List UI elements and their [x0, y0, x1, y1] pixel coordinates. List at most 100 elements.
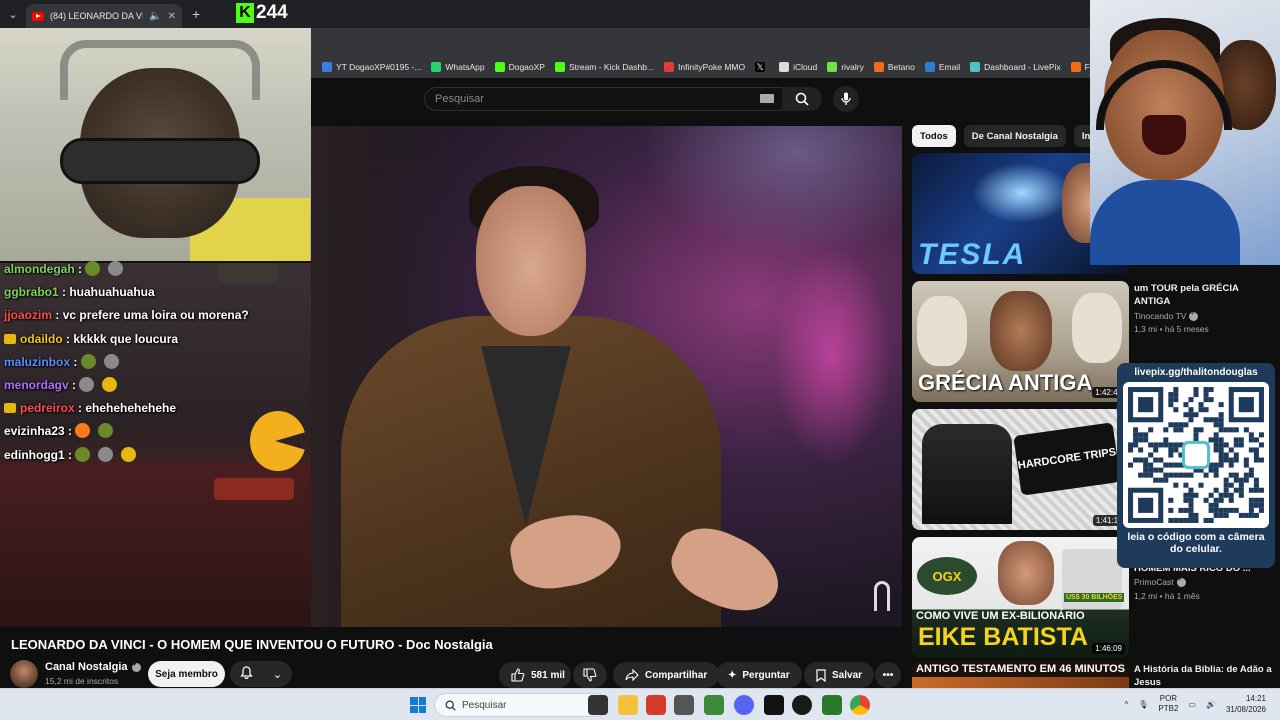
- chat-emote-icon: [80, 353, 96, 369]
- save-button[interactable]: Salvar: [804, 662, 875, 688]
- bookmark-item[interactable]: Betano: [873, 62, 915, 72]
- join-button[interactable]: Seja membro: [148, 661, 225, 687]
- bookmark-item[interactable]: InfinityPoke MMO: [664, 62, 745, 72]
- streamer-overlay-art: [1090, 0, 1280, 265]
- microphone-icon: [841, 92, 851, 105]
- obs-icon[interactable]: [792, 695, 812, 715]
- search-button[interactable]: [782, 87, 822, 111]
- chat-username[interactable]: ggbrabo1: [4, 285, 59, 299]
- chat-username[interactable]: almondegah: [4, 262, 75, 276]
- youtube-icon: [32, 11, 44, 21]
- bookmark-item[interactable]: Finaliza: [1070, 62, 1090, 72]
- ask-button[interactable]: ✦ Perguntar: [716, 662, 802, 688]
- discord-icon[interactable]: [734, 695, 754, 715]
- recommendation-channel[interactable]: PrimoCast: [1134, 575, 1186, 587]
- chat-username[interactable]: edinhogg1: [4, 448, 65, 462]
- bookmark-icon: [816, 668, 826, 682]
- recommendation-channel[interactable]: Tinocando TV: [1134, 309, 1199, 321]
- chat-username[interactable]: maluzinbox: [4, 355, 70, 369]
- bookmark-item[interactable]: DogaoXP: [494, 62, 545, 72]
- channel-watermark-icon: [874, 581, 890, 611]
- windows-start-icon[interactable]: [410, 697, 426, 713]
- x-icon: 𝕏: [755, 62, 766, 72]
- dislike-button[interactable]: [573, 662, 607, 688]
- app-red-icon[interactable]: [646, 695, 666, 715]
- task-view-icon[interactable]: [588, 695, 608, 715]
- bookmark-label: Stream - Kick Dashb...: [568, 62, 655, 72]
- video-player[interactable]: [311, 126, 902, 627]
- channel-avatar[interactable]: [10, 660, 38, 688]
- network-icon[interactable]: ▭: [1188, 700, 1196, 709]
- related-filter-chips: Todos De Canal Nostalgia Inver: [912, 125, 1090, 147]
- thumbnail-text: ANTIGO TESTAMENTO EM 46 MINUTOS: [916, 663, 1126, 675]
- chat-username[interactable]: jjoaozim: [4, 308, 52, 322]
- share-button[interactable]: Compartilhar: [613, 662, 720, 688]
- more-actions-button[interactable]: •••: [875, 662, 901, 688]
- clock[interactable]: 14:21 31/08/2026: [1226, 693, 1266, 715]
- bookmark-item[interactable]: 𝕏: [755, 62, 769, 72]
- search-input[interactable]: Pesquisar: [424, 87, 786, 111]
- chat-username[interactable]: menordagv: [4, 378, 69, 392]
- volume-icon[interactable]: 🔊: [1206, 700, 1216, 709]
- tab-list-button[interactable]: ⌄: [0, 0, 26, 28]
- file-explorer-icon[interactable]: [618, 695, 638, 715]
- bookmark-item[interactable]: Email: [924, 62, 960, 72]
- like-button[interactable]: 581 mil: [499, 662, 571, 688]
- chat-text: vc prefere uma loira ou morena?: [62, 308, 249, 323]
- bookmark-item[interactable]: Dashboard - LivePix: [970, 62, 1061, 72]
- close-icon[interactable]: ✕: [168, 11, 176, 22]
- keyboard-layout[interactable]: POR PTB2: [1158, 694, 1178, 714]
- more-icon: •••: [882, 669, 894, 681]
- search-icon: [795, 92, 809, 106]
- filter-chip[interactable]: Inver: [1073, 125, 1090, 147]
- bookmark-item[interactable]: rivalry: [827, 62, 864, 72]
- chat-username[interactable]: odaildo: [20, 332, 63, 346]
- bookmark-label: rivalry: [841, 62, 864, 72]
- bookmark-item[interactable]: WhatsApp: [431, 62, 485, 72]
- recommendation-meta: 1,2 mi • há 1 mês: [1134, 591, 1200, 601]
- taskbar-search[interactable]: Pesquisar: [434, 693, 608, 717]
- chat-message: pedreirox : ehehehehehehe: [4, 397, 304, 420]
- thumbnail-text-top: COMO VIVE UM EX-BILIONÁRIO: [916, 610, 1085, 622]
- recommendation-thumbnail-3[interactable]: HARDCORE TRIPS 1:41:11: [912, 409, 1129, 530]
- app-green-icon[interactable]: [822, 695, 842, 715]
- filter-chip[interactable]: Todos: [912, 125, 956, 147]
- browser-tab[interactable]: (84) LEONARDO DA VINCI 🔈 ✕: [26, 4, 182, 28]
- recommendation-title[interactable]: um TOUR pela GRÉCIA ANTIGA: [1134, 282, 1274, 308]
- voice-search-button[interactable]: [833, 86, 859, 112]
- recommendation-thumbnail-5[interactable]: ANTIGO TESTAMENTO EM 46 MINUTOS: [912, 661, 1129, 688]
- channel-name[interactable]: Canal Nostalgia: [45, 660, 141, 673]
- chat-text: ehehehehehehe: [85, 401, 177, 416]
- filter-chip[interactable]: De Canal Nostalgia: [963, 125, 1066, 147]
- bookmark-label: WhatsApp: [445, 62, 485, 72]
- bookmark-item[interactable]: YT DogaoXP#0195 -...: [322, 62, 421, 72]
- chrome-icon[interactable]: [850, 695, 870, 715]
- bookmark-favicon-icon: [970, 62, 981, 72]
- chat-username[interactable]: pedreirox: [20, 401, 75, 415]
- chat-message: jjoaozim : vc prefere uma loira ou moren…: [4, 308, 249, 323]
- chat-username[interactable]: evizinha23: [4, 424, 65, 438]
- recommendation-thumbnail-2[interactable]: GRÉCIA ANTIGA 1:42:47: [912, 281, 1129, 402]
- chevron-up-icon[interactable]: ^: [1124, 700, 1128, 709]
- app-grid-icon[interactable]: [674, 695, 694, 715]
- recommendation-channel-text: Tinocando TV: [1134, 311, 1187, 321]
- bookmark-label: InfinityPoke MMO: [678, 62, 746, 72]
- app-dark-icon[interactable]: [764, 695, 784, 715]
- bookmark-label: YT DogaoXP#0195 -...: [336, 62, 422, 72]
- recommendation-thumbnail-4[interactable]: OGX US$ 30 BILHÕES COMO VIVE UM EX-BILIO…: [912, 537, 1129, 658]
- new-tab-button[interactable]: +: [192, 6, 200, 22]
- bookmark-item[interactable]: Stream - Kick Dashb...: [554, 62, 655, 72]
- speaker-icon[interactable]: 🔈: [149, 11, 161, 22]
- notifications-button[interactable]: ⌄: [230, 661, 292, 687]
- chat-message: odaildo : kkkkk que loucura: [4, 328, 304, 351]
- chat-message: maluzinbox :: [4, 351, 304, 374]
- recommendation-title[interactable]: A História da Bíblia: de Adão a Jesus: [1134, 663, 1274, 689]
- recommendation-channel-text: PrimoCast: [1134, 577, 1174, 587]
- bookmark-item[interactable]: iCloud: [779, 62, 817, 72]
- chat-emote-icon: [103, 353, 119, 369]
- recommendation-meta: 1,3 mi • há 5 meses: [1134, 324, 1209, 334]
- keyboard-icon[interactable]: [760, 94, 774, 103]
- microphone-icon[interactable]: 🎙: [1138, 700, 1148, 709]
- calculator-icon[interactable]: [704, 695, 724, 715]
- kick-icon: K: [236, 3, 254, 23]
